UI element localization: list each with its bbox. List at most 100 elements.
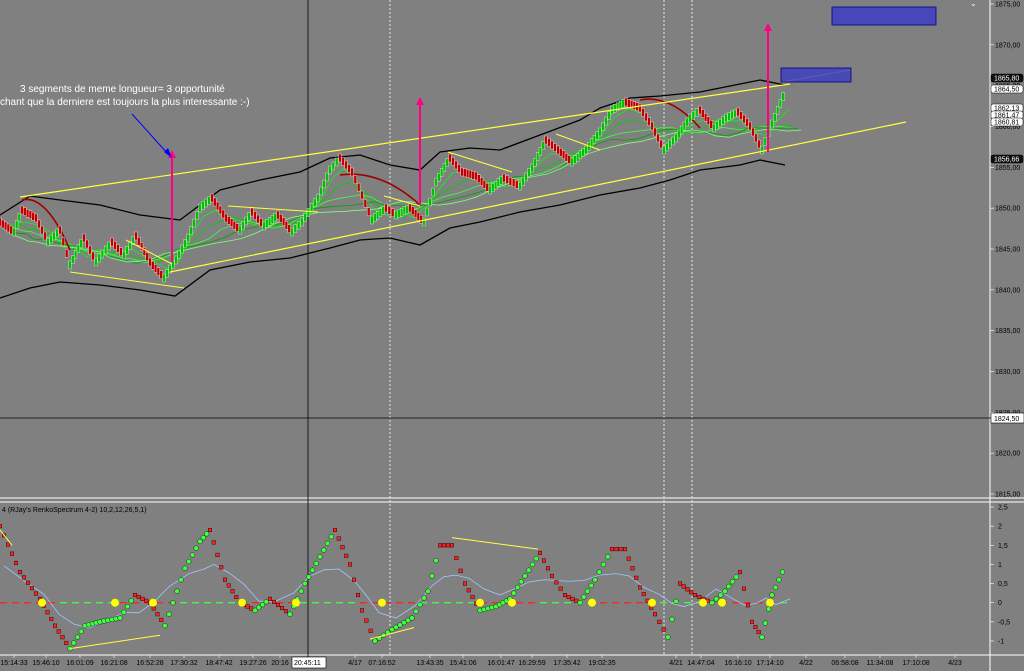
renko-brick xyxy=(662,145,666,155)
renko-brick xyxy=(578,150,582,159)
oscillator-dot xyxy=(340,545,345,550)
renko-brick xyxy=(712,123,716,133)
oscillator-dot xyxy=(74,634,81,640)
target-box[interactable] xyxy=(831,6,937,26)
oscillator-dot xyxy=(368,628,373,633)
renko-brick xyxy=(319,186,323,196)
oscillator-dot xyxy=(140,596,145,601)
time-tick-label: 11:34:08 xyxy=(867,660,894,667)
oscillator-dot xyxy=(321,547,327,553)
oscillator-dot xyxy=(746,603,751,608)
renko-brick xyxy=(659,139,663,149)
oscillator-dot xyxy=(685,587,690,592)
renko-brick xyxy=(238,225,242,235)
price-axis[interactable] xyxy=(990,0,1024,671)
renko-brick xyxy=(477,174,481,183)
renko-brick xyxy=(344,160,348,170)
renko-brick xyxy=(682,121,686,131)
oscillator-dot xyxy=(207,527,212,532)
renko-brick xyxy=(213,197,217,207)
renko-brick xyxy=(445,158,449,167)
time-tick-label: 06:58:08 xyxy=(831,660,858,667)
oscillator-dot xyxy=(673,598,679,605)
renko-brick xyxy=(411,206,415,215)
oscillator-dot xyxy=(729,579,736,585)
trading-chart[interactable]: 1875,001870,001865,001860,001855,001850,… xyxy=(0,0,1024,671)
oscillator-dot xyxy=(421,595,427,601)
oscillator-dot xyxy=(245,604,250,609)
renko-brick xyxy=(256,214,260,224)
renko-brick xyxy=(718,118,722,128)
target-box[interactable] xyxy=(780,67,852,83)
renko-brick xyxy=(122,250,126,260)
renko-brick xyxy=(363,199,367,208)
zero-cross-marker xyxy=(476,598,484,607)
oscillator-dot xyxy=(681,584,686,589)
time-tick-label: 16:01:09 xyxy=(66,660,93,667)
renko-brick xyxy=(536,152,540,161)
renko-brick xyxy=(134,231,138,241)
oscillator-dot xyxy=(425,588,431,594)
zero-cross-marker xyxy=(149,598,157,607)
oscillator-dot xyxy=(272,599,277,604)
renko-brick xyxy=(613,104,617,113)
renko-brick xyxy=(282,217,286,226)
oscillator-dot xyxy=(356,593,361,598)
time-tick-label: 4/23 xyxy=(948,660,962,667)
price-tick-label: 1875,00 xyxy=(995,2,1020,9)
oscillator-dot xyxy=(529,561,536,568)
renko-brick xyxy=(378,208,382,217)
renko-brick xyxy=(85,239,89,249)
oscillator-dot xyxy=(738,570,743,575)
oscillator-dot xyxy=(162,623,168,629)
time-tick-label: 16:21:08 xyxy=(100,660,127,667)
renko-brick xyxy=(480,177,484,186)
renko-brick xyxy=(739,111,743,120)
renko-brick xyxy=(715,121,719,130)
indicator-tick-label: 0,5 xyxy=(998,581,1008,588)
renko-brick xyxy=(306,208,310,217)
zero-cross-marker xyxy=(111,598,119,607)
oscillator-dot xyxy=(657,619,662,624)
renko-brick xyxy=(550,140,554,150)
oscillator-dot xyxy=(200,535,206,541)
renko-brick xyxy=(381,206,385,215)
renko-brick xyxy=(437,173,441,182)
zero-cross-marker xyxy=(292,598,300,607)
time-axis-labels: 15:14:33 15:46:10 16:01:09 16:21:08 16:52:28… xyxy=(0,655,962,667)
oscillator-dot xyxy=(438,543,443,548)
oscillator-dot xyxy=(546,566,551,571)
renko-brick xyxy=(148,257,152,267)
scroll-icon[interactable]: ⌄ xyxy=(970,0,977,8)
renko-brick xyxy=(23,207,27,216)
renko-brick xyxy=(674,133,678,143)
price-tick-label: 1835,00 xyxy=(995,328,1020,335)
zero-cross-marker xyxy=(508,598,516,607)
renko-brick xyxy=(564,153,568,162)
oscillator-dot xyxy=(733,574,739,580)
renko-brick xyxy=(79,239,83,248)
renko-brick xyxy=(638,103,642,113)
renko-brick xyxy=(618,101,622,110)
renko-brick xyxy=(559,148,563,157)
renko-brick xyxy=(165,269,169,278)
renko-brick xyxy=(677,129,681,139)
renko-brick xyxy=(40,225,44,235)
indicator-tick-label: 0 xyxy=(998,600,1002,607)
time-tick-label: 07:16:52 xyxy=(368,660,395,667)
oscillator-dot xyxy=(750,619,755,624)
renko-brick xyxy=(71,255,75,264)
renko-brick xyxy=(119,247,123,256)
oscillator-dot xyxy=(661,627,666,632)
renko-brick xyxy=(653,127,657,137)
oscillator-dot xyxy=(605,554,611,560)
indicator-tick-label: 2 xyxy=(998,524,1002,531)
oscillator-dot xyxy=(709,600,715,606)
renko-brick xyxy=(685,117,689,127)
indicator-pane[interactable] xyxy=(0,500,990,655)
renko-brick xyxy=(145,252,149,261)
oscillator-dot xyxy=(762,620,768,626)
renko-brick xyxy=(107,241,111,251)
renko-brick xyxy=(52,231,56,241)
renko-brick xyxy=(284,221,288,230)
